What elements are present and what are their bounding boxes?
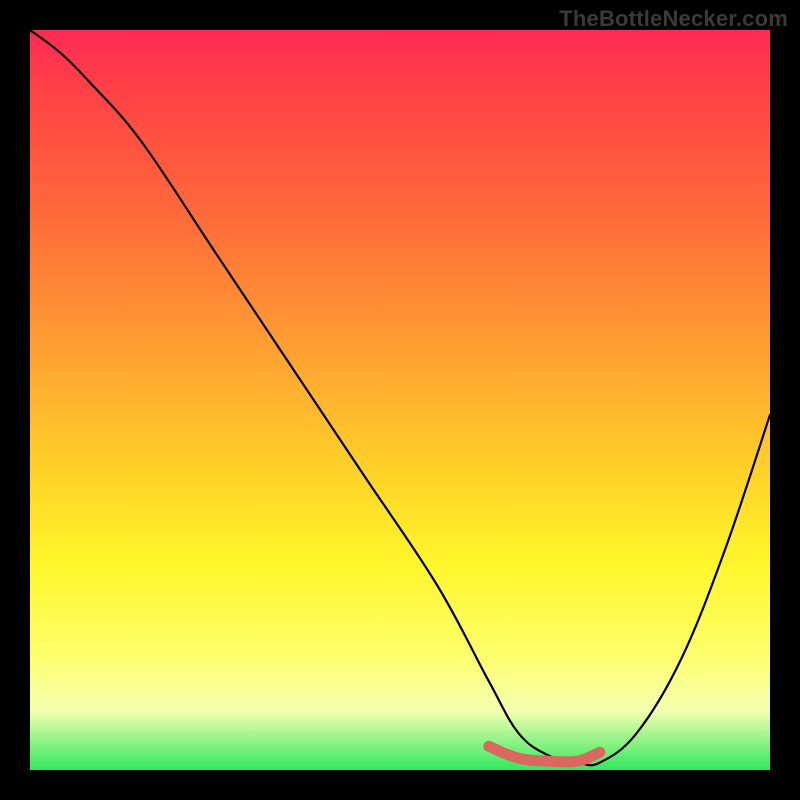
- plot-area: [30, 30, 770, 770]
- bottleneck-curve-path: [30, 30, 770, 765]
- chart-frame: TheBottleNecker.com: [0, 0, 800, 800]
- watermark-text: TheBottleNecker.com: [559, 6, 788, 32]
- curve-svg: [30, 30, 770, 770]
